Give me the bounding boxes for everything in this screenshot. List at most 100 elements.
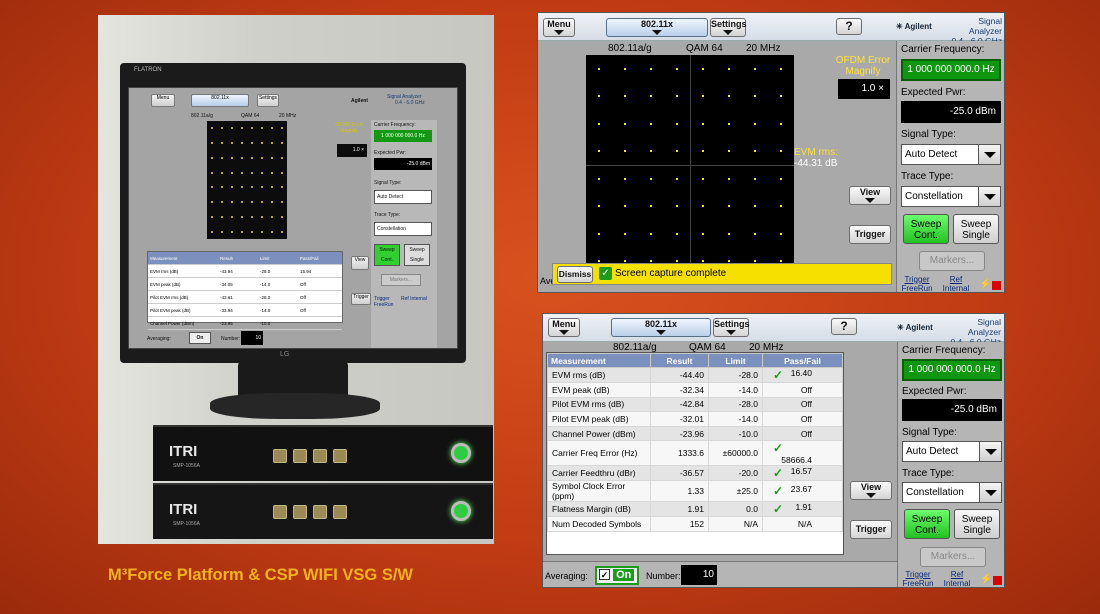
trigger-button[interactable]: Trigger xyxy=(849,225,891,244)
mini-header-standard: 802.11a/g xyxy=(191,113,213,119)
mini-table-row: EVM rms (dB) -43.94 -28.0 15.94 xyxy=(148,265,342,278)
sweep-single-button[interactable]: Sweep Single xyxy=(954,509,1000,539)
mini-number-value: 10 xyxy=(241,331,263,345)
constellation-point xyxy=(211,127,213,130)
constellation-point xyxy=(702,95,704,98)
measurement-cell: Num Decoded Symbols xyxy=(547,516,651,532)
chevron-down-icon xyxy=(726,330,736,335)
ref-internal-link[interactable]: Ref Internal xyxy=(939,275,973,292)
analyzer-line-1: Signal Analyzer xyxy=(968,16,1002,36)
constellation-point xyxy=(754,232,756,235)
constellation-point xyxy=(231,186,233,189)
markers-button[interactable]: Markers... xyxy=(920,547,986,567)
chevron-down-icon xyxy=(559,330,569,335)
constellation-point xyxy=(271,215,273,218)
settings-button[interactable]: Settings xyxy=(710,18,747,37)
mode-button[interactable]: 802.11x xyxy=(611,318,711,337)
constellation-point xyxy=(780,205,782,208)
unit1-brand: ITRI xyxy=(169,443,198,460)
carrier-frequency-field[interactable]: 1 000 000 000.0 Hz xyxy=(902,359,1002,381)
mode-button[interactable]: 802.11x xyxy=(606,18,708,37)
dismiss-button[interactable]: Dismiss xyxy=(557,266,593,283)
expected-pwr-label: Expected Pwr: xyxy=(902,386,967,397)
sweep-single-line-1: Sweep xyxy=(960,219,992,230)
pass-fail-cell: ✓ 16.57 xyxy=(762,465,843,482)
result-cell: -44.40 xyxy=(650,367,709,383)
averaging-toggle[interactable]: ✓ On xyxy=(595,566,639,585)
view-button[interactable]: View xyxy=(850,481,892,500)
sweep-single-button[interactable]: Sweep Single xyxy=(953,214,999,244)
constellation-point xyxy=(676,205,678,208)
trace-type-dropdown[interactable]: Constellation xyxy=(901,186,1001,207)
mini-sweep-single: Sweep Single xyxy=(404,244,430,266)
menu-button[interactable]: Menu xyxy=(543,18,575,37)
constellation-point xyxy=(251,230,253,233)
constellation-point xyxy=(728,205,730,208)
instrument-unit-1: ITRI SMP-1056A xyxy=(153,425,493,481)
evm-value: -44.31 dB xyxy=(794,158,838,169)
table-row: Pilot EVM rms (dB) -42.84 -28.0 Off xyxy=(547,396,843,413)
signal-type-label: Signal Type: xyxy=(902,427,957,438)
pass-fail-cell: Off xyxy=(762,411,843,427)
constellation-point xyxy=(728,95,730,98)
expected-pwr-field[interactable]: -25.0 dBm xyxy=(901,101,1001,123)
mini-cell: EVM peak (dB) xyxy=(150,281,181,287)
constellation-point xyxy=(728,177,730,180)
settings-button[interactable]: Settings xyxy=(713,318,750,337)
constellation-point xyxy=(728,232,730,235)
view-label: View xyxy=(860,482,882,492)
markers-button[interactable]: Markers... xyxy=(919,251,985,271)
bottom-toolbar: Menu 802.11x Settings ? xyxy=(543,314,897,342)
mode-label: 802.11x xyxy=(640,19,674,29)
table-row: Pilot EVM peak (dB) -32.01 -14.0 Off xyxy=(547,411,843,427)
table-row: Carrier Feedthru (dBr) -36.57 -20.0 ✓ 16.57 xyxy=(547,465,843,482)
pass-fail-value: Off xyxy=(800,428,812,439)
trigger-freerun-link[interactable]: Trigger FreeRun xyxy=(899,275,935,292)
unit1-model: SMP-1056A xyxy=(173,463,200,469)
result-cell: 1.91 xyxy=(650,501,709,518)
ref-line-1: Ref xyxy=(949,275,963,284)
lab-photo: FLATRON LG Menu 802.11x Settings Agilent… xyxy=(98,15,494,544)
chevron-down-icon xyxy=(656,330,666,335)
trigger-button[interactable]: Trigger xyxy=(850,520,892,539)
ref-internal-link[interactable]: Ref Internal xyxy=(940,570,974,588)
menu-button[interactable]: Menu xyxy=(548,318,580,337)
table-row: EVM rms (dB) -44.40 -28.0 ✓ 16.40 xyxy=(547,367,843,383)
pass-fail-value: N/A xyxy=(797,519,812,530)
constellation-point xyxy=(702,150,704,153)
unit1-port-2 xyxy=(293,449,307,463)
mini-table-row: Channel Power (dBm) -23.95 -10.0 xyxy=(148,317,342,330)
pass-fail-cell: Off xyxy=(762,425,843,442)
trace-type-dropdown[interactable]: Constellation xyxy=(902,482,1002,503)
constellation-point xyxy=(271,171,273,174)
carrier-frequency-field[interactable]: 1 000 000 000.0 Hz xyxy=(901,59,1001,81)
constellation-point xyxy=(780,95,782,98)
magnify-value[interactable]: 1.0 × xyxy=(838,79,890,99)
constellation-point xyxy=(221,156,223,159)
instrument-unit-2: ITRI SMP-1056A xyxy=(153,483,493,539)
mini-pwr-value: -25.0 dBm xyxy=(374,158,432,170)
constellation-point xyxy=(261,127,263,130)
limit-cell: -28.0 xyxy=(708,367,763,383)
signal-type-dropdown[interactable]: Auto Detect xyxy=(901,144,1001,165)
number-field[interactable]: 10 xyxy=(681,565,717,585)
limit-cell: N/A xyxy=(708,516,763,532)
expected-pwr-field[interactable]: -25.0 dBm xyxy=(902,399,1002,421)
signal-type-dropdown[interactable]: Auto Detect xyxy=(902,441,1002,462)
limit-cell: -28.0 xyxy=(708,396,763,413)
sweep-cont-button[interactable]: Sweep Cont. xyxy=(903,214,949,244)
check-icon: ✓ xyxy=(772,368,783,382)
constellation-point xyxy=(650,177,652,180)
header-bandwidth: 20 MHz xyxy=(746,43,781,54)
constellation-point xyxy=(211,186,213,189)
chevron-down-icon xyxy=(979,483,1001,502)
ref-line-2: Internal xyxy=(943,579,971,588)
help-button[interactable]: ? xyxy=(836,18,862,35)
constellation-point xyxy=(754,122,756,125)
help-button[interactable]: ? xyxy=(831,318,857,335)
view-button[interactable]: View xyxy=(849,186,891,205)
constellation-point xyxy=(241,156,243,159)
trigger-freerun-link[interactable]: Trigger FreeRun xyxy=(900,570,936,587)
unit1-port-1 xyxy=(273,449,287,463)
sweep-cont-button[interactable]: Sweep Cont. xyxy=(904,509,950,539)
